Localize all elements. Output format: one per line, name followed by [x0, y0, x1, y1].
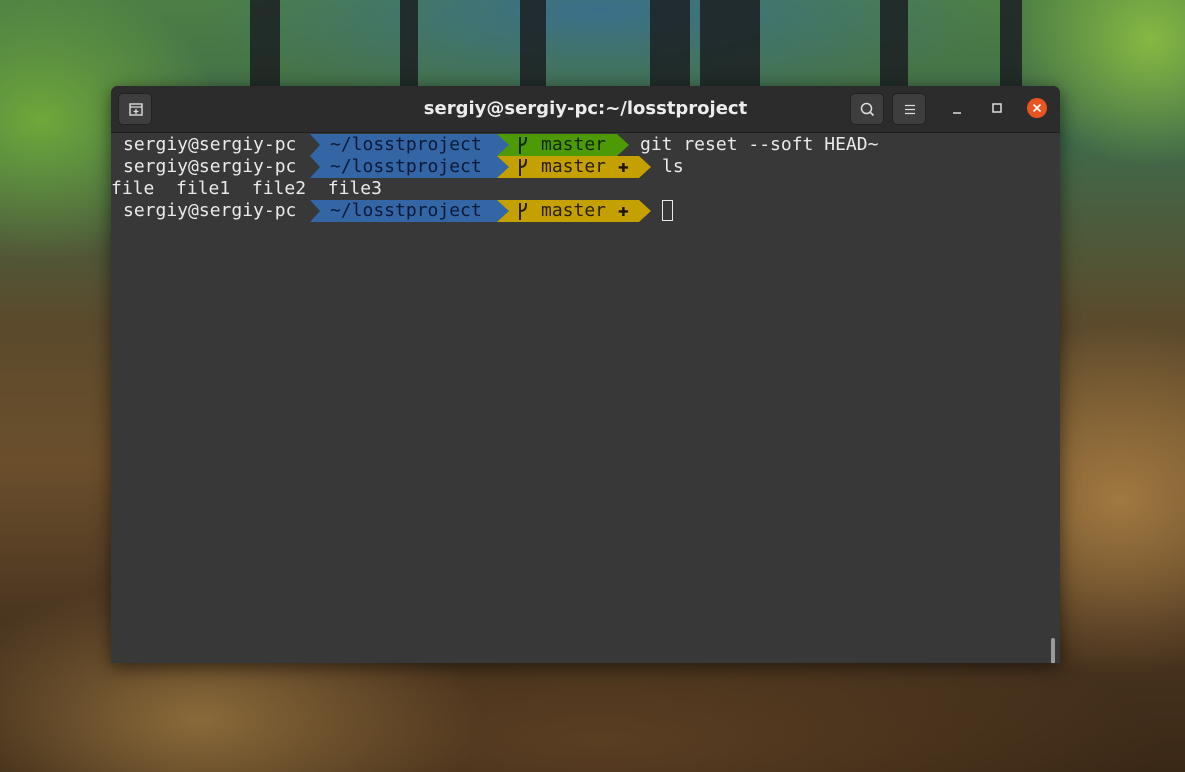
prompt-path-segment: ~/losstproject	[310, 134, 510, 156]
prompt-user-host: sergiy@sergiy-pc	[123, 134, 297, 155]
prompt-user-host: sergiy@sergiy-pc	[123, 200, 297, 221]
git-branch-icon	[519, 203, 527, 220]
prompt-path: ~/losstproject	[330, 200, 482, 221]
terminal-scrollbar[interactable]	[1051, 638, 1055, 663]
search-button[interactable]	[850, 93, 884, 125]
terminal-window: sergiy@sergiy-pc:~/losstproject sergiy@s…	[111, 86, 1060, 663]
prompt-user-host: sergiy@sergiy-pc	[123, 156, 297, 177]
git-branch-icon	[519, 159, 527, 176]
minimize-button[interactable]	[945, 96, 969, 120]
command-output: file file1 file2 file3	[111, 178, 382, 200]
prompt-branch-segment: master ✚	[497, 200, 651, 222]
maximize-icon	[992, 103, 1002, 113]
terminal-cursor	[662, 200, 673, 221]
command-text: git reset --soft HEAD~	[640, 134, 879, 155]
prompt-branch: master	[541, 200, 607, 221]
background-tree-trunk	[880, 0, 908, 90]
close-icon	[1027, 98, 1047, 118]
git-branch-icon	[519, 137, 527, 154]
background-tree-trunk	[250, 0, 280, 90]
hamburger-menu-icon	[905, 104, 915, 115]
search-icon	[860, 102, 875, 117]
prompt-branch: master	[541, 134, 607, 155]
window-titlebar[interactable]: sergiy@sergiy-pc:~/losstproject	[111, 86, 1060, 133]
background-tree-trunk	[650, 0, 690, 90]
prompt-branch-segment: master ✚	[497, 156, 651, 178]
menu-button[interactable]	[892, 93, 926, 125]
prompt-branch: master	[541, 156, 607, 177]
prompt-line: sergiy@sergiy-pc ~/losstproject master ✚	[111, 200, 673, 222]
prompt-path: ~/losstproject	[330, 156, 482, 177]
minimize-icon	[953, 112, 961, 114]
background-tree-trunk	[1000, 0, 1022, 90]
prompt-line: sergiy@sergiy-pc ~/losstproject master ✚…	[111, 156, 684, 178]
maximize-button[interactable]	[985, 96, 1009, 120]
command-text: ls	[662, 156, 684, 177]
prompt-line: sergiy@sergiy-pc ~/losstproject master g…	[111, 134, 878, 156]
close-button[interactable]	[1025, 96, 1049, 120]
background-tree-trunk	[400, 0, 418, 90]
ls-output: file file1 file2 file3	[111, 178, 382, 199]
prompt-path: ~/losstproject	[330, 134, 482, 155]
background-tree-trunk	[700, 0, 760, 90]
prompt-branch-segment: master	[497, 134, 629, 156]
terminal-content[interactable]: sergiy@sergiy-pc ~/losstproject master g…	[111, 133, 1060, 663]
dirty-indicator: ✚	[618, 156, 629, 177]
prompt-path-segment: ~/losstproject	[310, 156, 510, 178]
dirty-indicator: ✚	[618, 200, 629, 221]
background-tree-trunk	[520, 0, 546, 90]
prompt-path-segment: ~/losstproject	[310, 200, 510, 222]
